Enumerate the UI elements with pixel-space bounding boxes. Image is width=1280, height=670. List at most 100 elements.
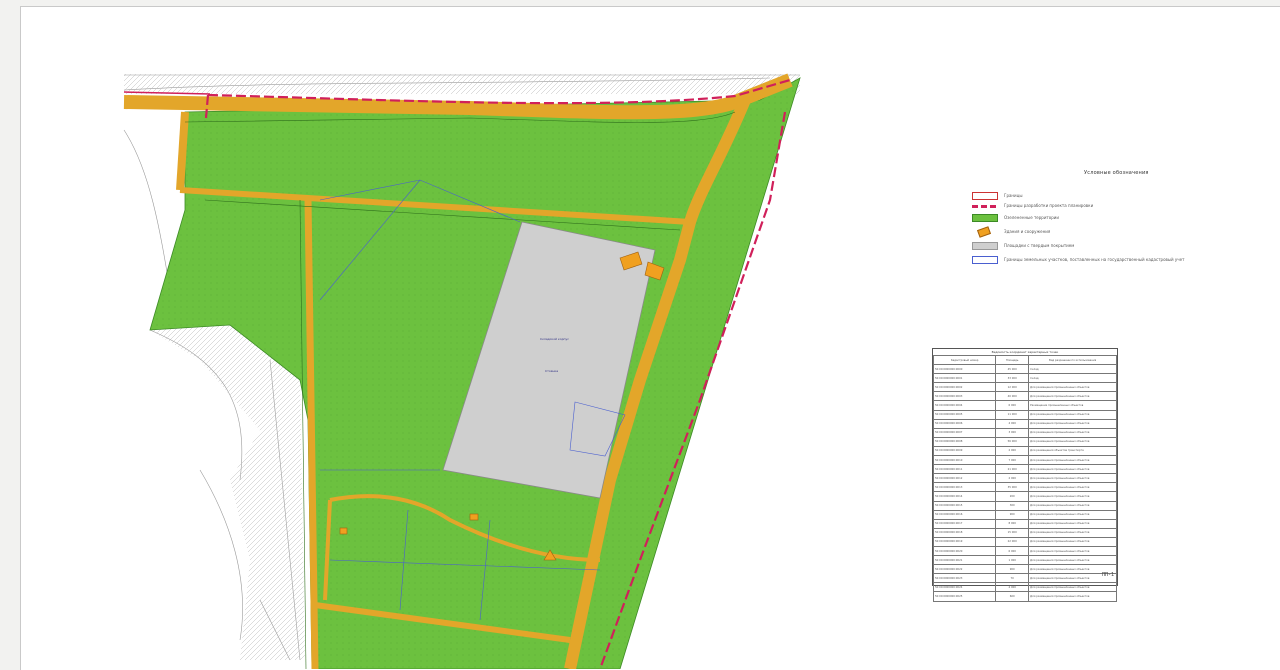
table-row: 50:00:0000000:0025 600 Для размещения пром… [932, 591, 1117, 602]
table-cell: Для размещения промышленных объектов [1028, 391, 1117, 402]
table-cell: Для размещения промышленных объектов [1028, 482, 1117, 493]
table-cell: 50:00:0000000:0023 [932, 573, 997, 584]
table-title: Ведомость координат характерных точек [991, 350, 1059, 354]
table-cell: 3 000 [995, 427, 1030, 438]
table-cell: 50:00:0000000:0007 [932, 427, 997, 438]
table-cell: 50:00:0000000:0010 [932, 455, 997, 466]
legend-title: Условные обозначения [1084, 170, 1149, 176]
table-cell: 50:00:0000000:0022 [932, 564, 997, 575]
table-row: 50:00:0000000:0018 15 000 Для размещения п… [932, 527, 1117, 538]
table-cell: 8 000 [995, 518, 1030, 529]
table-cell: 50:00:0000000:0020 [932, 545, 997, 557]
table-row: 50:00:0000000:0020 6 000 Для размещения пр… [932, 545, 1117, 557]
title-block-stamp: ПП-1 [1050, 566, 1116, 584]
table-row: 50:00:0000000:0000 45 000 Склад [932, 364, 1117, 375]
legend-label: Границы земельных участков, поставленных… [1004, 257, 1185, 262]
table-row: 50:00:0000000:0014 200 Для размещения пром… [932, 491, 1117, 502]
legend-item-hard-surface: Площадки с твердым покрытием [968, 240, 1228, 252]
table-row: 50:00:0000000:0004 6 000 Размещение промыш… [932, 400, 1117, 411]
table-cell: 50:00:0000000:0001 [932, 373, 997, 384]
table-cell: Склад [1028, 373, 1117, 384]
table-row: 50:00:0000000:0011 21 000 Для размещения п… [932, 464, 1117, 475]
legend-label: Границы [1004, 193, 1023, 198]
table-cell: Для размещения промышленных объектов [1028, 464, 1117, 475]
table-row: 50:00:0000000:0005 11 000 Для размещения п… [932, 409, 1117, 420]
table-row: 50:00:0000000:0021 1 000 Для размещения пр… [932, 555, 1117, 566]
table-row: 50:00:0000000:0009 2 000 Для размещения об… [932, 445, 1117, 457]
table-cell: 12 000 [995, 382, 1030, 393]
table-cell: Для размещения промышленных объектов [1028, 591, 1117, 602]
table-cell: Размещение промышленных объектов [1028, 400, 1117, 411]
table-cell: Для размещения промышленных объектов [1028, 436, 1117, 447]
parking-label: Стоянка [545, 369, 558, 373]
table-cell: 50:00:0000000:0011 [932, 464, 997, 475]
table-cell: 40 000 [995, 391, 1030, 402]
table-cell: 70 [995, 573, 1030, 584]
table-cell: Для размещения промышленных объектов [1028, 509, 1117, 520]
legend-item-project-boundary: Границы разработки проекта планировки [968, 200, 1228, 212]
table-cell: Для размещения промышленных объектов [1028, 527, 1117, 538]
green-swatch [972, 214, 998, 222]
table-header: Вид разрешенного использования [1028, 354, 1117, 366]
table-row: 50:00:0000000:0024 4 000 Для размещения пр… [932, 582, 1117, 593]
table-cell: 50:00:0000000:0009 [932, 445, 997, 457]
legend-item-green: Озелененные территории [968, 212, 1228, 224]
table-cell: 50:00:0000000:0015 [932, 500, 997, 511]
legend-item-buildings: Здания и сооружения [968, 226, 1228, 238]
table-cell: 300 [995, 500, 1030, 511]
topo-hatch-left [150, 325, 305, 660]
table-row: 50:00:0000000:0006 4 000 Для размещения пр… [932, 418, 1117, 429]
table-cell: 50:00:0000000:0016 [932, 509, 997, 520]
table-row: 50:00:0000000:0010 7 000 Для размещения пр… [932, 455, 1117, 466]
table-cell: 22 000 [995, 536, 1030, 547]
table-cell: 50:00:0000000:0017 [932, 518, 997, 529]
table-cell: 35 000 [995, 482, 1030, 493]
table-cell: 21 000 [995, 464, 1030, 475]
legend-label: Границы разработки проекта планировки [1004, 203, 1094, 208]
sheet-number: ПП-1 [1101, 572, 1114, 578]
table-row: 50:00:0000000:0003 40 000 Для размещения п… [932, 391, 1117, 402]
table-cell: Для размещения промышленных объектов [1028, 491, 1117, 502]
table-cell: 4 000 [995, 582, 1030, 593]
table-cell: Для размещения промышленных объектов [1028, 382, 1117, 393]
table-cell: Для размещения промышленных объектов [1028, 409, 1117, 420]
red-dashed-swatch [972, 205, 996, 208]
table-cell: 200 [995, 491, 1030, 502]
table-header: Площадь [995, 354, 1030, 366]
table-row: 50:00:0000000:0015 300 Для размещения пром… [932, 500, 1117, 511]
table-cell: 4 000 [995, 418, 1030, 429]
table-cell: Для размещения промышленных объектов [1028, 545, 1117, 557]
table-cell: 7 000 [995, 455, 1030, 466]
table-cell: 2 000 [995, 473, 1030, 484]
hard-surface-swatch [972, 242, 998, 250]
table-cell: 50:00:0000000:0004 [932, 400, 997, 411]
table-cell: 50:00:0000000:0005 [932, 409, 997, 420]
table-row: 50:00:0000000:0002 12 000 Для размещения п… [932, 382, 1117, 393]
table-cell: 50:00:0000000:0021 [932, 555, 997, 566]
coordinates-table: Кадастровый номер Площадь Вид разрешенно… [932, 354, 1117, 602]
table-row: 50:00:0000000:0001 33 000 Склад [932, 373, 1117, 384]
table-row: 50:00:0000000:0013 35 000 Для размещения п… [932, 482, 1117, 493]
parcel-swatch [972, 256, 998, 264]
table-row: 50:00:0000000:0008 56 000 Для размещения п… [932, 436, 1117, 447]
boundary-swatch [972, 192, 998, 200]
topo-hatch-top [124, 74, 800, 94]
table-cell: 6 000 [995, 545, 1030, 557]
table-cell: Для размещения промышленных объектов [1028, 500, 1117, 511]
table-header: Кадастровый номер [932, 354, 997, 366]
table-cell: Для размещения объектов транспорта [1028, 445, 1117, 457]
table-header-row: Кадастровый номер Площадь Вид разрешенно… [932, 354, 1117, 366]
table-cell: 2 000 [995, 445, 1030, 457]
table-cell: Для размещения промышленных объектов [1028, 427, 1117, 438]
table-cell: 50:00:0000000:0012 [932, 473, 997, 484]
legend-item-parcels: Границы земельных участков, поставленных… [968, 254, 1228, 266]
table-cell: 56 000 [995, 436, 1030, 447]
table-row: 50:00:0000000:0017 8 000 Для размещения пр… [932, 518, 1117, 529]
table-cell: 6 000 [995, 400, 1030, 411]
table-cell: 15 000 [995, 527, 1030, 538]
legend-label: Площадки с твердым покрытием [1004, 243, 1075, 248]
table-cell: 600 [995, 591, 1030, 602]
table-cell: 50:00:0000000:0008 [932, 436, 997, 447]
legend-label: Озелененные территории [1004, 215, 1059, 220]
table-cell: Для размещения промышленных объектов [1028, 455, 1117, 466]
